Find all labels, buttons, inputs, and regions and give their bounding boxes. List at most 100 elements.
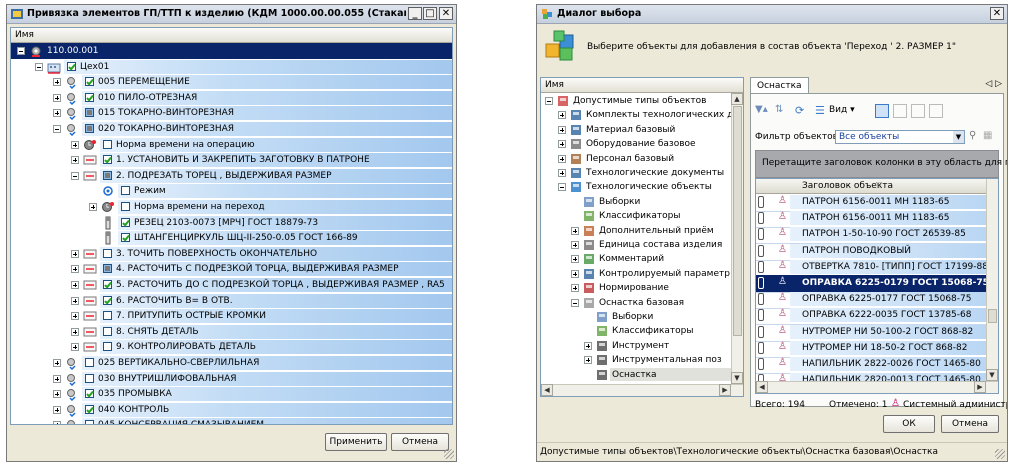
node-checkbox[interactable] [85, 420, 94, 424]
tree-node[interactable]: 040 КОНТРОЛЬ [11, 402, 452, 418]
node-checkbox[interactable] [85, 77, 94, 87]
tree-node[interactable]: 010 ПИЛО-ОТРЕЗНАЯ [11, 90, 452, 106]
tree-scroll-right[interactable]: ▶ [719, 384, 731, 396]
node-checkbox[interactable] [67, 61, 76, 71]
layout-3-icon[interactable] [911, 104, 925, 118]
grid-hscroll[interactable] [756, 381, 998, 393]
tree-node[interactable]: 035 ПРОМЫВКА [11, 386, 452, 402]
tree-scroll-left[interactable]: ◀ [541, 384, 553, 396]
tree-node[interactable]: 6. РАСТОЧИТЬ В= В ОТВ. [11, 293, 452, 309]
types-tree[interactable]: Имя Допустимые типы объектов Комплекты те… [540, 77, 744, 397]
filter-select[interactable]: Все объекты ▼ [835, 130, 965, 144]
node-checkbox[interactable] [121, 202, 130, 211]
filter-clear-icon[interactable]: ▦ [983, 130, 992, 141]
expand-toggle-icon[interactable] [71, 296, 79, 305]
element-tree[interactable]: Имя 110.00.001 Цех01 005 ПЕРЕМЕЩЕНИЕ 010 ПИ… [10, 27, 453, 425]
dialog-resize-grip[interactable] [995, 449, 1005, 459]
expand-toggle-icon[interactable] [53, 390, 61, 399]
expand-toggle-icon[interactable] [71, 265, 79, 274]
node-checkbox[interactable] [103, 139, 112, 149]
node-checkbox[interactable] [85, 92, 94, 102]
view-menu[interactable]: Вид ▾ [829, 105, 855, 115]
close-button[interactable]: ✕ [439, 7, 453, 20]
expand-toggle-icon[interactable] [53, 374, 61, 383]
expand-toggle-icon[interactable] [558, 111, 566, 120]
expand-toggle-icon[interactable] [571, 269, 579, 278]
node-checkbox[interactable] [85, 358, 94, 367]
tree-column-header[interactable]: Имя [11, 28, 452, 43]
tree-hscroll[interactable] [541, 384, 743, 396]
tree-node[interactable]: Цех01 [11, 59, 452, 75]
tree-node[interactable]: 8. СНЯТЬ ДЕТАЛЬ [11, 324, 452, 340]
expand-toggle-icon[interactable] [71, 140, 79, 149]
expand-toggle-icon[interactable] [558, 125, 566, 134]
node-checkbox[interactable] [103, 248, 112, 258]
expand-toggle-icon[interactable] [71, 156, 79, 165]
right-titlebar[interactable]: Диалог выбора ✕ [537, 5, 1007, 24]
node-checkbox[interactable] [103, 170, 112, 180]
layout-1-icon[interactable] [875, 104, 889, 118]
types-tree-header[interactable]: Имя [541, 78, 743, 93]
expand-toggle-icon[interactable] [53, 405, 61, 414]
expand-toggle-icon[interactable] [584, 356, 592, 365]
expand-toggle-icon[interactable] [71, 327, 79, 336]
expand-toggle-icon[interactable] [571, 284, 579, 293]
node-checkbox[interactable] [103, 264, 112, 274]
tree-node[interactable]: 7. ПРИТУПИТЬ ОСТРЫЕ КРОМКИ [11, 308, 452, 324]
tree-node[interactable]: 1. УСТАНОВИТЬ И ЗАКРЕПИТЬ ЗАГОТОВКУ В ПА… [11, 152, 452, 168]
expand-toggle-icon[interactable] [584, 341, 592, 350]
collapse-toggle-icon[interactable] [17, 47, 25, 55]
tree-node[interactable]: 020 ТОКАРНО-ВИНТОРЕЗНАЯ [11, 121, 452, 137]
apply-button[interactable]: Применить [325, 433, 387, 451]
cancel-button[interactable]: Отмена [391, 433, 449, 451]
expand-toggle-icon[interactable] [53, 78, 61, 87]
sort-asc-icon[interactable]: ▼▴ [755, 104, 769, 118]
expand-toggle-icon[interactable] [71, 281, 79, 289]
tree-node[interactable]: 4. РАСТОЧИТЬ С ПОДРЕЗКОЙ ТОРЦА, ВЫДЕРЖИВ… [11, 261, 452, 277]
expand-toggle-icon[interactable] [71, 343, 79, 352]
tree-node[interactable]: 015 ТОКАРНО-ВИНТОРЕЗНАЯ [11, 105, 452, 121]
expand-toggle-icon[interactable] [53, 359, 61, 367]
layout-4-icon[interactable] [929, 104, 943, 118]
grid-scroll-left[interactable]: ◀ [756, 381, 768, 393]
grid-scroll-down[interactable]: ▼ [986, 369, 998, 381]
tree-node[interactable]: 005 ПЕРЕМЕЩЕНИЕ [11, 74, 452, 90]
node-checkbox[interactable] [85, 389, 94, 399]
collapse-toggle-icon[interactable] [545, 97, 553, 105]
expand-toggle-icon[interactable] [71, 249, 79, 258]
refresh-icon[interactable]: ⟳ [795, 104, 809, 118]
resize-grip[interactable] [444, 449, 454, 459]
layout-2-icon[interactable] [893, 104, 907, 118]
node-checkbox[interactable] [121, 233, 130, 243]
grid-row[interactable]: ♙ НАПИЛЬНИК 2820-0013 ГОСТ 1465-80 [756, 372, 986, 381]
node-checkbox[interactable] [121, 186, 130, 196]
view-icon[interactable]: ☰ [815, 104, 829, 118]
tree-node[interactable]: 045 КОНСЕРВАЦИЯ СМАЗЫВАНИЕМ [11, 417, 452, 424]
sort-desc-icon[interactable]: ⇅ [775, 104, 789, 118]
tree-node[interactable]: Режим [11, 183, 452, 199]
expand-toggle-icon[interactable] [53, 109, 61, 118]
tree-node[interactable]: 9. КОНТРОЛИРОВАТЬ ДЕТАЛЬ [11, 339, 452, 355]
tree-node[interactable]: 110.00.001 [11, 43, 452, 59]
expand-toggle-icon[interactable] [53, 421, 61, 424]
tree-node[interactable]: 025 ВЕРТИКАЛЬНО-СВЕРЛИЛЬНАЯ [11, 355, 452, 371]
collapse-toggle-icon[interactable] [558, 183, 566, 192]
tree-scroll-up[interactable]: ▲ [731, 93, 743, 105]
tree-node[interactable]: РЕЗЕЦ 2103-0073 [МРЧ] ГОСТ 18879-73 [11, 215, 452, 231]
objects-grid[interactable]: Заголовок объекта ▽ ♙ ПАТРОН 6156-0011 МН… [755, 178, 999, 394]
tree-node[interactable]: 5. РАСТОЧИТЬ ДО С ПОДРЕЗКОЙ ТОРЦА , ВЫДЕ… [11, 277, 452, 293]
tree-scroll-down[interactable]: ▼ [731, 372, 743, 384]
tree-node[interactable]: 2. ПОДРЕЗАТЬ ТОРЕЦ , ВЫДЕРЖИВАЯ РАЗМЕР [11, 168, 452, 184]
ok-button[interactable]: ОК [883, 415, 935, 433]
node-checkbox[interactable] [103, 280, 112, 289]
node-checkbox[interactable] [85, 108, 94, 118]
expand-toggle-icon[interactable] [571, 241, 579, 249]
expand-toggle-icon[interactable] [558, 154, 566, 163]
tree-scroll-thumb[interactable] [733, 106, 742, 336]
dialog-cancel-button[interactable]: Отмена [941, 415, 999, 433]
tab-tooling[interactable]: Оснастка [750, 77, 809, 94]
chevron-down-icon[interactable]: ▼ [953, 131, 964, 143]
node-checkbox[interactable] [85, 124, 94, 133]
collapse-toggle-icon[interactable] [71, 171, 79, 180]
tab-nav-arrows[interactable]: ◁ ▷ [985, 79, 1002, 89]
